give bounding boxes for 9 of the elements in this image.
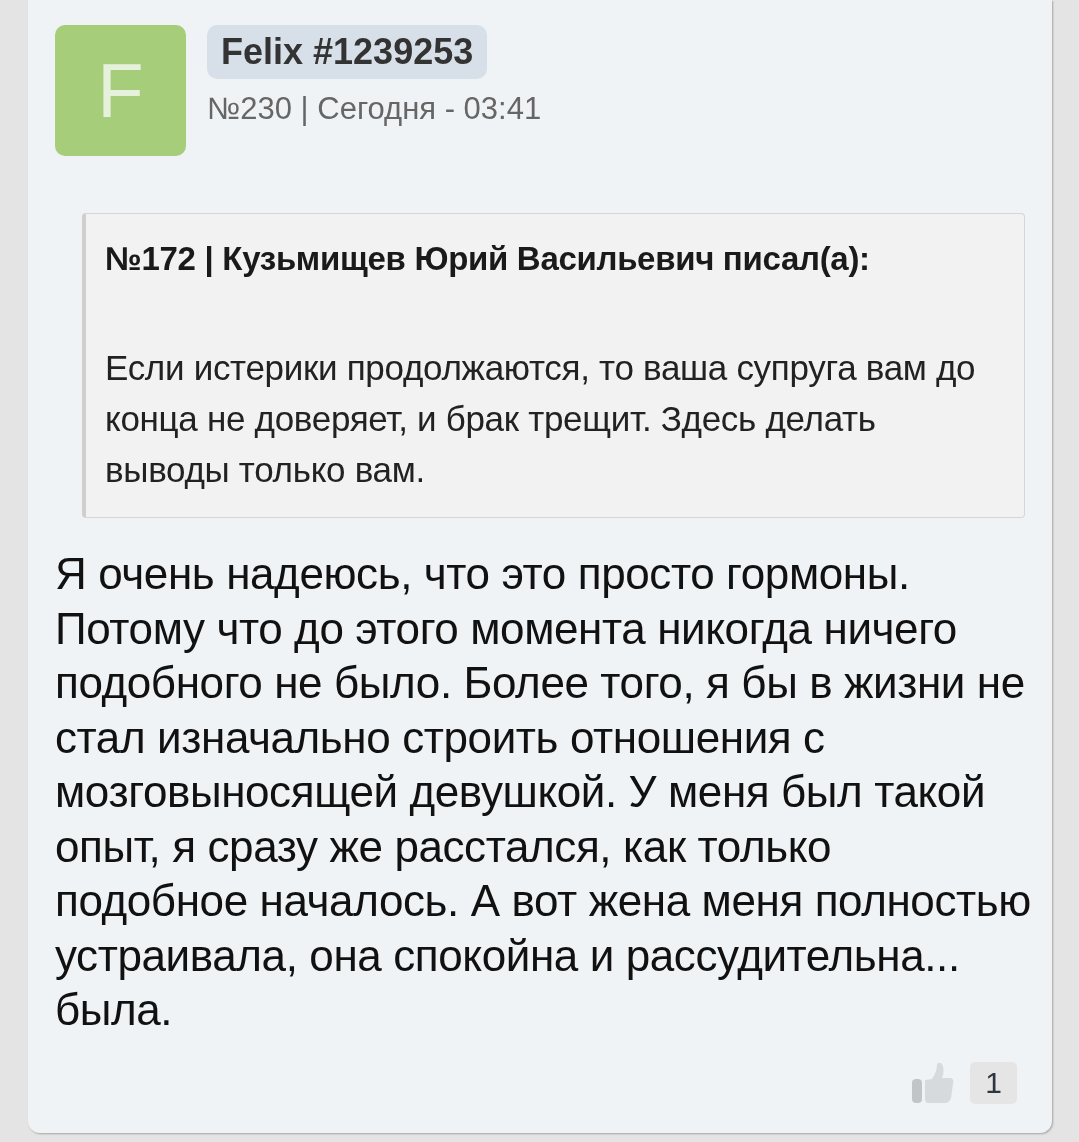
post-meta: №230 | Сегодня - 03:41: [207, 91, 542, 127]
quote-title: №172 | Кузьмищев Юрий Васильевич писал(а):: [105, 239, 871, 279]
like-button[interactable]: [912, 1062, 954, 1103]
thumbs-up-icon: [912, 1062, 954, 1103]
quote-text: Если истерики продолжаются, то ваша супруга вам до конца не доверяет, и брак трещит. Здесь делать выводы только вам.: [105, 347, 977, 491]
author-link[interactable]: Felix #1239253: [207, 25, 488, 79]
post-text: Я очень надеюсь, что это просто гормоны. Потому что до этого момента никогда ничего подобного не было. Более того, я бы в жизни не стал изначально строить отношения с мозговыносящей девушкой. У меня был такой опыт, я сразу же расстался, как только подобное началось. А вот жена меня полностью устраивала, она спокойна и рассудительна... была.: [55, 548, 1032, 1036]
like-count: 1: [970, 1061, 1017, 1104]
avatar: F: [55, 25, 186, 156]
